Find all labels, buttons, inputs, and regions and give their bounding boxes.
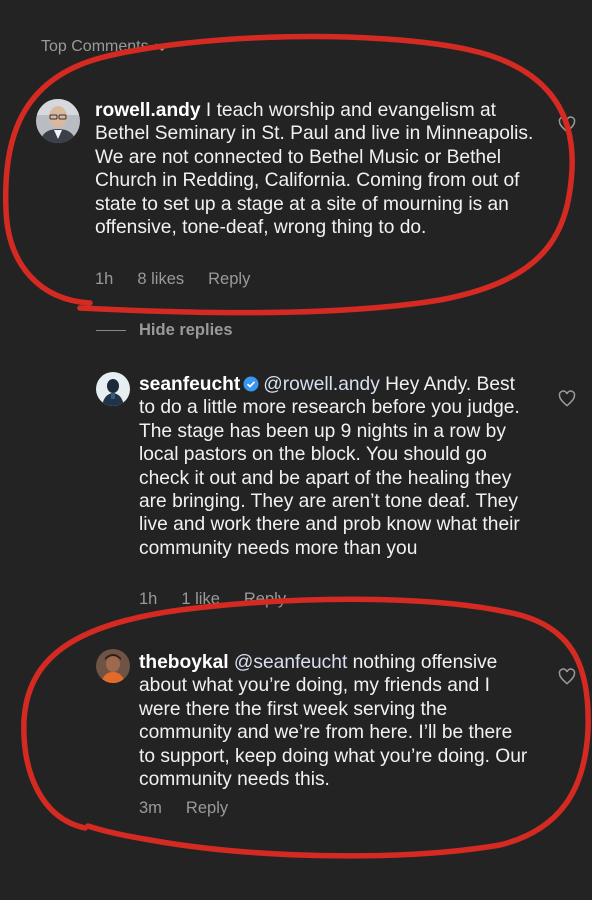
reply-meta: 1h 1 like Reply [139, 590, 286, 609]
hide-replies-button[interactable]: Hide replies [96, 321, 233, 340]
top-comments-sort[interactable]: Top Comments [41, 38, 169, 56]
heart-icon[interactable] [557, 667, 577, 687]
comment-username[interactable]: rowell.andy [95, 100, 201, 121]
comment-meta: 1h 8 likes Reply [95, 270, 250, 289]
avatar-theboykal[interactable] [96, 649, 130, 683]
reply-time: 1h [139, 590, 158, 608]
heart-icon[interactable] [557, 389, 577, 409]
reply-time: 3m [139, 799, 162, 817]
heart-icon[interactable] [557, 115, 577, 135]
sort-label: Top Comments [41, 38, 149, 55]
reply-body: theboykal @seanfeucht nothing offensive … [139, 651, 529, 791]
reply-meta: 3m Reply [139, 799, 228, 818]
reply-username[interactable]: theboykal [139, 652, 229, 673]
reply-button[interactable]: Reply [208, 270, 250, 289]
reply-body: seanfeucht @rowell.andy Hey Andy. Best to… [139, 373, 529, 560]
mention-link[interactable]: @rowell.andy [263, 374, 380, 395]
likes-count[interactable]: 1 like [181, 590, 220, 609]
divider [96, 330, 126, 331]
verified-badge-icon [243, 376, 259, 392]
reply-username[interactable]: seanfeucht [139, 374, 240, 395]
avatar-seanfeucht[interactable] [96, 372, 130, 406]
comment-body: rowell.andy I teach worship and evangeli… [95, 99, 535, 239]
reply-text: Hey Andy. Best to do a little more resea… [139, 374, 520, 559]
avatar-rowell-andy[interactable] [36, 99, 80, 143]
mention-link[interactable]: @seanfeucht [234, 652, 347, 673]
reply-button[interactable]: Reply [244, 590, 286, 609]
likes-count[interactable]: 8 likes [137, 270, 184, 289]
hide-replies-label: Hide replies [139, 321, 233, 339]
reply-button[interactable]: Reply [186, 799, 228, 818]
chevron-down-icon [155, 42, 169, 51]
comment-time: 1h [95, 270, 114, 288]
